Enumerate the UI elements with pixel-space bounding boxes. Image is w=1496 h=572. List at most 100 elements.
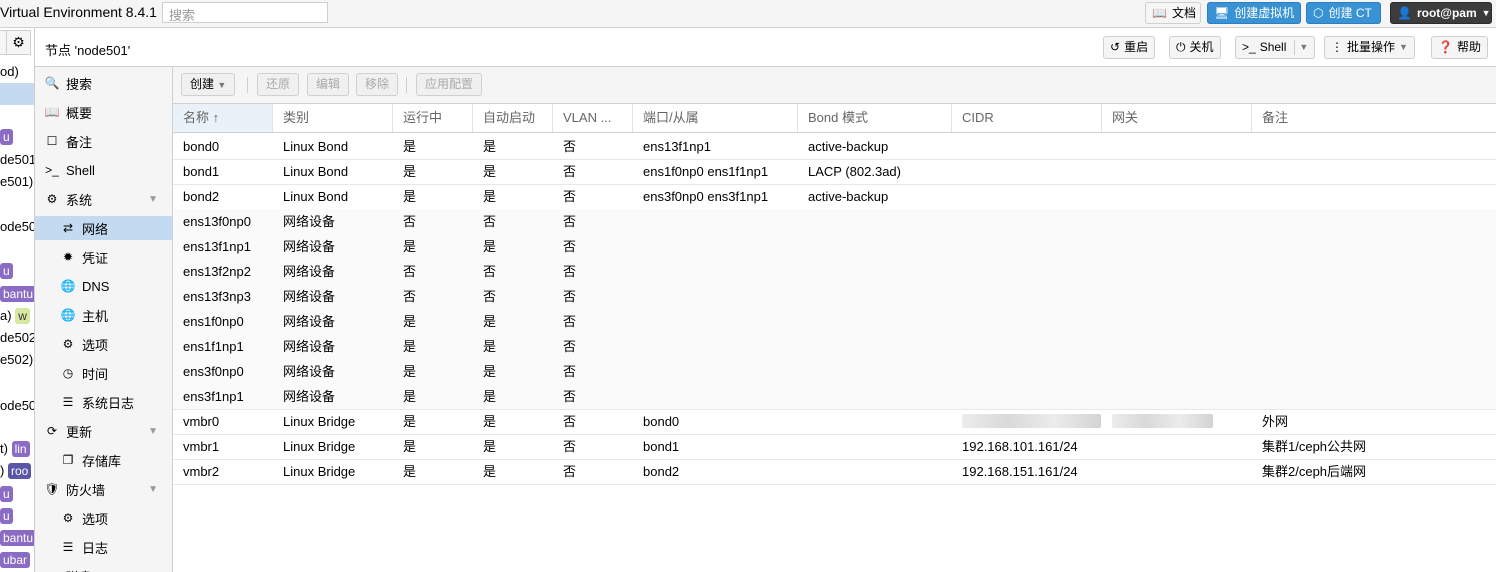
cell-name: ens3f0np0 [183, 364, 244, 379]
column-header-autostart[interactable]: 自动启动 [473, 104, 553, 132]
table-row[interactable]: bond2 Linux Bond 是 是 否 ens3f0np0 ens3f1np1 act… [173, 184, 1496, 210]
revert-button[interactable]: 还原 [257, 73, 300, 96]
column-header-cidr[interactable]: CIDR [952, 104, 1102, 132]
tree-selected-row[interactable] [0, 83, 34, 105]
tree-item[interactable]: ode50 [0, 219, 34, 234]
menu-item-time[interactable]: ◷ 时间 [35, 361, 172, 385]
column-header-bond-mode[interactable]: Bond 模式 [798, 104, 952, 132]
search-icon: 🔍 [44, 76, 60, 90]
cell-name: ens13f3np3 [183, 289, 251, 304]
column-header-type[interactable]: 类别 [273, 104, 393, 132]
tree-item[interactable]: ) roo [0, 463, 32, 479]
cell-autostart: 是 [483, 414, 497, 429]
create-vm-button[interactable]: 🖥 创建虚拟机 [1207, 2, 1301, 24]
menu-item-firewall-log[interactable]: ☰ 日志 [35, 535, 172, 559]
table-row[interactable]: ens13f0np0 网络设备 否 否 否 [173, 209, 1496, 235]
cell-comment: 外网 [1262, 414, 1289, 429]
menu-item-certificates[interactable]: ✹ 凭证 [35, 245, 172, 269]
menu-item-syslog[interactable]: ☰ 系统日志 [35, 390, 172, 414]
column-header-name[interactable]: 名称 ↑ [173, 104, 273, 132]
create-button[interactable]: 创建 ▼ [181, 73, 236, 96]
tree-item[interactable]: bantu [0, 286, 34, 302]
tree-item[interactable]: u [0, 508, 13, 524]
menu-item-search[interactable]: 🔍 搜索 [35, 71, 172, 95]
menu-item-options[interactable]: ⚙ 选项 [35, 332, 172, 356]
tree-item[interactable]: a) w [0, 308, 30, 324]
menu-item-hosts[interactable]: 🌐 主机 [35, 303, 172, 327]
cell-autostart: 是 [483, 439, 497, 454]
menu-icon: ⋮ [1331, 40, 1343, 54]
docs-button[interactable]: 📖 文档 [1145, 2, 1201, 24]
tree-item[interactable]: u [0, 129, 13, 145]
table-row[interactable]: ens3f1np1 网络设备 是 是 否 [173, 384, 1496, 410]
chevron-down-icon[interactable]: ▼ [148, 426, 158, 437]
cell-bond-mode: active-backup [808, 139, 889, 154]
create-ct-button[interactable]: ⬡ 创建 CT [1306, 2, 1381, 24]
menu-item-firewall[interactable]: 🛡 防火墙 ▼ [35, 477, 172, 501]
edit-button[interactable]: 编辑 [307, 73, 350, 96]
column-header-gateway[interactable]: 网关 [1102, 104, 1252, 132]
column-header-comment[interactable]: 备注 [1252, 104, 1496, 132]
menu-item-summary[interactable]: 📖 概要 [35, 100, 172, 124]
apply-config-button[interactable]: 应用配置 [416, 73, 483, 96]
table-row[interactable]: ens13f1np1 网络设备 是 是 否 [173, 234, 1496, 260]
shell-button[interactable]: >_ Shell ▼ [1235, 36, 1316, 59]
menu-item-firewall-options[interactable]: ⚙ 选项 [35, 506, 172, 530]
table-row[interactable]: vmbr0 Linux Bridge 是 是 否 bond0 ███.███.███.███… [173, 409, 1496, 435]
tree-item[interactable]: od) [0, 64, 19, 79]
network-toolbar: 创建 ▼ 还原 编辑 移除 应用配置 [173, 67, 1496, 104]
tree-item[interactable]: t) lin [0, 441, 30, 457]
tree-item[interactable]: u [0, 263, 13, 279]
bulk-actions-button[interactable]: ⋮ 批量操作 ▼ [1324, 36, 1415, 59]
column-header-ports[interactable]: 端口/从属 [633, 104, 798, 132]
remove-button[interactable]: 移除 [356, 73, 399, 96]
help-button[interactable]: ❓ 帮助 [1431, 36, 1488, 59]
cell-gateway: ███████████ [1112, 414, 1214, 428]
tree-item[interactable]: e502) [0, 352, 33, 367]
gear-icon[interactable]: ⚙ [6, 30, 31, 55]
tree-item[interactable]: bantu [0, 530, 34, 546]
list-icon: ☰ [62, 395, 74, 409]
terminal-icon: >_ [1242, 40, 1256, 54]
cell-gateway [1102, 134, 1112, 159]
tree-item[interactable]: de502 [0, 330, 34, 345]
table-row[interactable]: ens3f0np0 网络设备 是 是 否 [173, 359, 1496, 385]
menu-item-system[interactable]: ⚙ 系统 ▼ [35, 187, 172, 211]
table-row[interactable]: vmbr1 Linux Bridge 是 是 否 bond1 192.168.101.161… [173, 434, 1496, 460]
menu-item-shell[interactable]: >_ Shell [35, 158, 172, 182]
menu-item-dns[interactable]: 🌐 DNS [35, 274, 172, 298]
table-row[interactable]: ens13f3np3 网络设备 否 否 否 [173, 284, 1496, 310]
user-menu-button[interactable]: 👤 root@pam ▼ [1390, 2, 1492, 24]
menu-item-notes[interactable]: ☐ 备注 [35, 129, 172, 153]
menu-item-repositories[interactable]: ❐ 存储库 [35, 448, 172, 472]
chevron-down-icon[interactable]: ▼ [148, 194, 158, 205]
menu-item-disks[interactable]: ◫磁盘 [35, 564, 172, 572]
table-row[interactable]: bond0 Linux Bond 是 是 否 ens13f1np1 active-backu… [173, 134, 1496, 160]
shutdown-button[interactable]: ⏻ 关机 [1169, 36, 1221, 59]
column-header-vlan[interactable]: VLAN ... [553, 104, 633, 132]
table-row[interactable]: ens1f0np0 网络设备 是 是 否 [173, 309, 1496, 335]
cell-comment [1252, 159, 1262, 184]
tree-item[interactable]: ode50 [0, 398, 34, 413]
table-row[interactable]: vmbr2 Linux Bridge 是 是 否 bond2 192.168.151.161… [173, 459, 1496, 485]
menu-item-network[interactable]: ⇄ 网络 [35, 216, 172, 240]
cell-name: ens13f0np0 [183, 214, 251, 229]
cell-autostart: 是 [483, 164, 497, 179]
chevron-down-icon[interactable]: ▼ [1299, 37, 1308, 58]
tree-item[interactable]: e501) [0, 174, 33, 189]
reboot-button[interactable]: ↺ 重启 [1103, 36, 1156, 59]
search-input[interactable]: 搜索 [162, 2, 328, 23]
table-row[interactable]: bond1 Linux Bond 是 是 否 ens1f0np0 ens1f1np1 LAC… [173, 159, 1496, 185]
cell-bond-mode: active-backup [808, 189, 889, 204]
cell-gateway [1102, 459, 1112, 484]
tree-item[interactable]: de501 [0, 152, 34, 167]
column-header-active[interactable]: 运行中 [393, 104, 473, 132]
menu-item-updates[interactable]: ⟳ 更新 ▼ [35, 419, 172, 443]
chevron-down-icon[interactable]: ▼ [148, 484, 158, 495]
table-row[interactable]: ens13f2np2 网络设备 否 否 否 [173, 259, 1496, 285]
certificate-icon: ✹ [62, 250, 74, 264]
tree-item[interactable]: ubar [0, 552, 31, 568]
table-row[interactable]: ens1f1np1 网络设备 是 是 否 [173, 334, 1496, 360]
cell-bond-mode [798, 309, 808, 334]
tree-item[interactable]: u [0, 486, 13, 502]
